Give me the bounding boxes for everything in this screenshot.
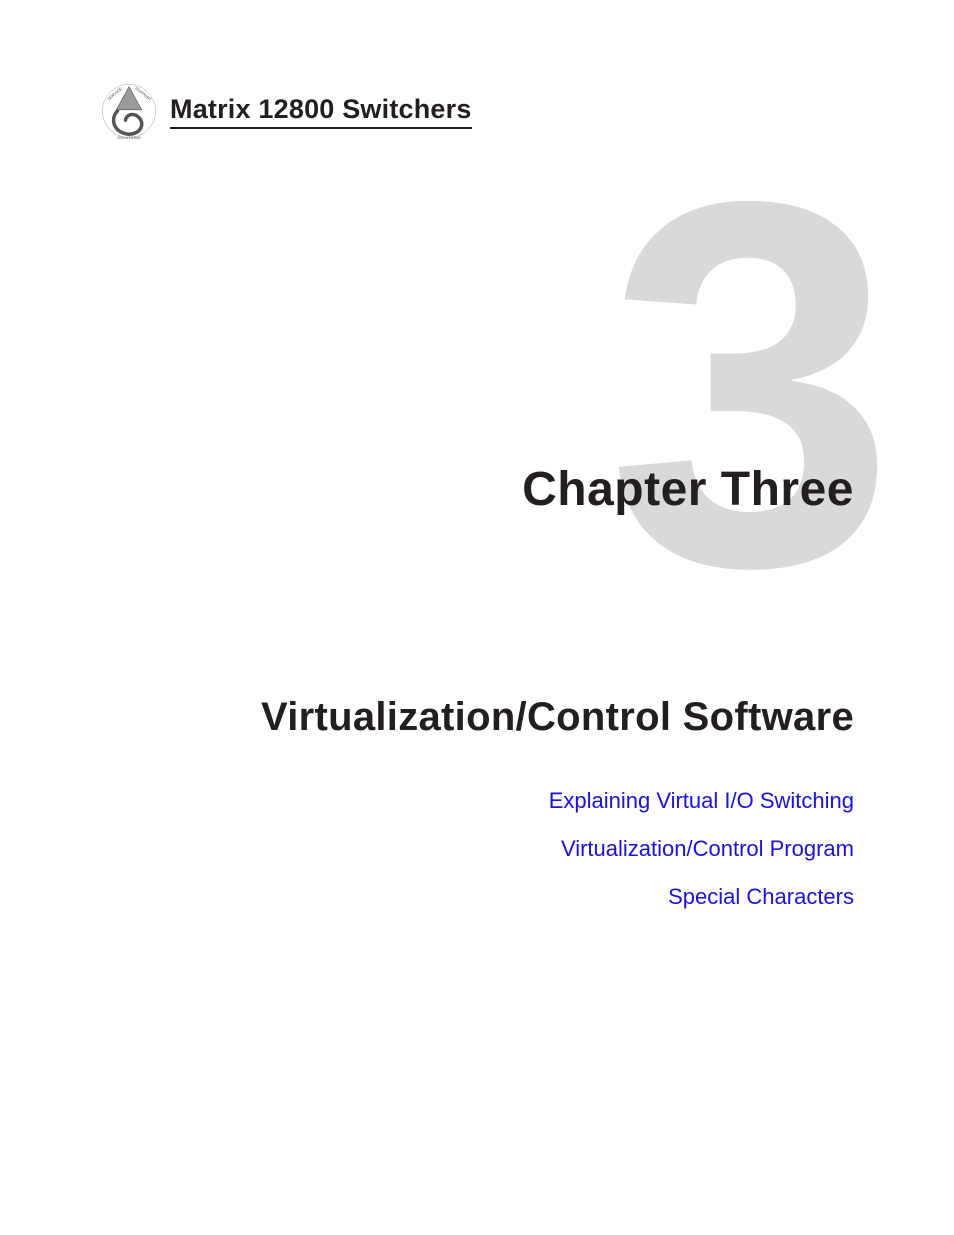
company-logo-icon: SERVICE SUPPORT SOLUTIONS xyxy=(100,82,158,140)
chapter-links: Explaining Virtual I/O Switching Virtual… xyxy=(549,788,854,932)
chapter-title: Virtualization/Control Software xyxy=(261,695,854,740)
chapter-label: Chapter Three xyxy=(522,462,854,517)
page: SERVICE SUPPORT SOLUTIONS Matrix 12800 S… xyxy=(0,0,954,1235)
svg-text:SUPPORT: SUPPORT xyxy=(134,86,153,103)
link-special-characters[interactable]: Special Characters xyxy=(549,884,854,910)
svg-text:SOLUTIONS: SOLUTIONS xyxy=(117,135,141,140)
link-explaining-virtual-io[interactable]: Explaining Virtual I/O Switching xyxy=(549,788,854,814)
chapter-number-watermark: 3 xyxy=(607,125,876,645)
link-virtualization-control-program[interactable]: Virtualization/Control Program xyxy=(549,836,854,862)
page-header: SERVICE SUPPORT SOLUTIONS Matrix 12800 S… xyxy=(100,82,472,140)
product-title: Matrix 12800 Switchers xyxy=(170,94,472,129)
